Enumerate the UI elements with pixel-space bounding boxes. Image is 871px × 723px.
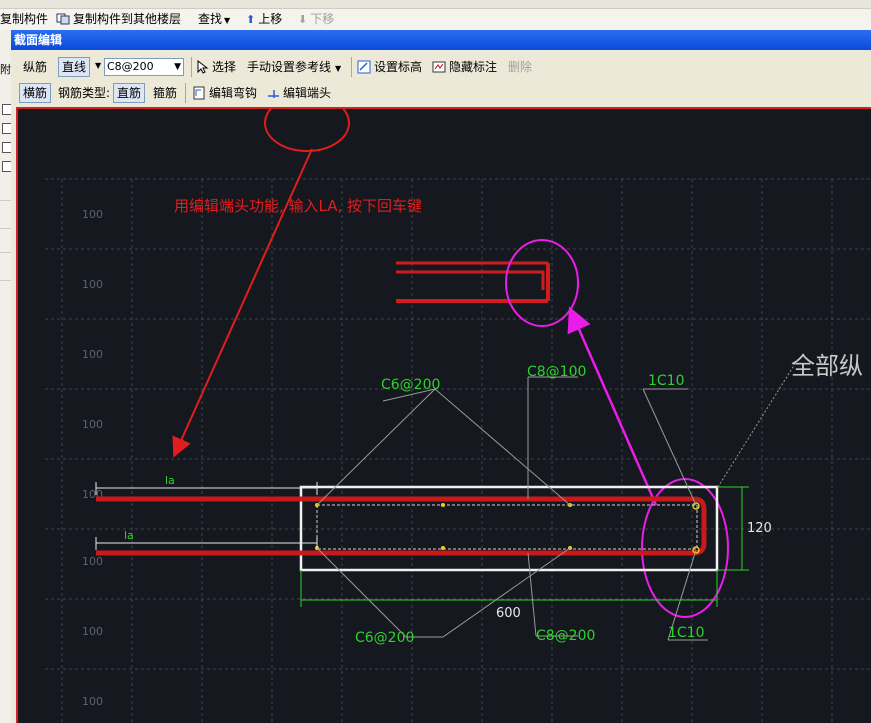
toolbar-row-2: 横筋 钢筋类型: 直筋 箍筋 编辑弯钩 编辑端头 xyxy=(11,81,871,107)
move-up-label: 上移 xyxy=(258,12,283,26)
drawing-canvas[interactable]: 100 100 100 100 100 100 100 100 用编辑端头功能,… xyxy=(16,107,871,723)
rebar-point xyxy=(441,503,445,507)
grid xyxy=(45,178,871,723)
toolbar-strip xyxy=(0,0,871,9)
move-up-button[interactable]: ⬆ 上移 xyxy=(246,10,282,28)
rebar-spec-combo[interactable]: C8@200 ▼ xyxy=(104,58,184,76)
highlight-ellipse-edit-end xyxy=(264,109,350,152)
line-mode-button[interactable]: 直线 xyxy=(58,57,91,77)
width-dimension-text: 600 xyxy=(496,606,521,621)
set-elevation-button[interactable]: 设置标高 xyxy=(357,57,422,77)
hide-annotation-label: 隐藏标注 xyxy=(449,60,498,74)
transverse-button[interactable]: 横筋 xyxy=(19,83,52,103)
rebar-label-1c10-bottom: 1C10 xyxy=(668,625,705,641)
straight-bar-button[interactable]: 直筋 xyxy=(113,83,146,103)
rebar-label-1c10-top: 1C10 xyxy=(648,373,685,389)
end-point-icon xyxy=(268,90,279,98)
copy-to-floor-button[interactable]: 复制构件到其他楼层 xyxy=(56,10,181,28)
select-label: 选择 xyxy=(212,60,237,74)
move-down-button[interactable]: ⬇ 下移 xyxy=(298,10,334,28)
arrow-down-icon: ⬇ xyxy=(298,13,308,26)
grid-label: 100 xyxy=(82,418,103,431)
set-elevation-label: 设置标高 xyxy=(374,60,423,74)
height-dimension-text: 120 xyxy=(747,521,772,536)
separator xyxy=(351,57,352,77)
top-toolbar: 复制构件 复制构件到其他楼层 查找 ▼ ⬆ 上移 ⬇ 下移 xyxy=(0,0,871,31)
grid-label: 100 xyxy=(82,208,103,221)
annotation-arrow-red xyxy=(172,148,313,458)
rebar-label-c6-bottom: C6@200 xyxy=(355,630,414,646)
grid-label: 100 xyxy=(82,695,103,708)
arrow-up-icon: ⬆ xyxy=(246,13,256,26)
grid-label: 100 xyxy=(82,625,103,638)
copy-floor-icon xyxy=(56,13,70,25)
longitudinal-button[interactable]: 纵筋 xyxy=(23,57,47,77)
manual-ref-label: 手动设置参考线 xyxy=(247,60,332,74)
rebar-label-c8-bottom: C8@200 xyxy=(536,628,595,644)
grid-label: 100 xyxy=(82,278,103,291)
width-dimension xyxy=(300,570,718,607)
left-strip-label: 附 xyxy=(0,63,11,76)
elevation-icon xyxy=(357,60,371,74)
grid-label: 100 xyxy=(82,348,103,361)
chevron-down-icon: ▼ xyxy=(224,16,231,25)
copy-component-button[interactable]: 复制构件 xyxy=(0,10,48,28)
grid-labels: 100 100 100 100 100 100 100 100 xyxy=(82,208,103,708)
separator xyxy=(191,57,192,77)
rebar-label-c8-top: C8@100 xyxy=(527,364,586,380)
dialog-title: 截面编辑 xyxy=(11,30,871,50)
drawing-svg: 100 100 100 100 100 100 100 100 用编辑端头功能,… xyxy=(45,109,871,723)
edit-hook-button[interactable]: 编辑弯钩 xyxy=(192,83,257,103)
chevron-down-icon: ▼ xyxy=(335,64,342,73)
partial-label-text: 全部纵 xyxy=(791,352,863,380)
toolbar-row-1: 纵筋 直线 ▼ C8@200 ▼ 选择 手动设置参考线 ▼ 设置标高 隐藏标注 删… xyxy=(11,55,871,81)
la-label-bottom: la xyxy=(124,529,134,542)
annotation-arrow-magenta xyxy=(567,306,658,506)
move-down-label: 下移 xyxy=(310,12,335,26)
grid-label: 100 xyxy=(82,555,103,568)
rebar-label-c6-top: C6@200 xyxy=(381,377,440,393)
hide-annotation-icon xyxy=(432,61,446,73)
section-edit-dialog: 截面编辑 纵筋 直线 ▼ C8@200 ▼ 选择 手动设置参考线 ▼ 设置标高 隐… xyxy=(11,30,871,723)
cursor-icon xyxy=(197,59,209,74)
edit-hook-label: 编辑弯钩 xyxy=(209,86,258,100)
rebar-spec-value: C8@200 xyxy=(107,60,154,73)
edit-end-label: 编辑端头 xyxy=(283,86,332,100)
copy-component-label: 复制构件 xyxy=(0,12,49,26)
rebar-point xyxy=(441,546,445,550)
find-label: 查找 xyxy=(198,12,223,26)
copy-to-floor-label: 复制构件到其他楼层 xyxy=(73,12,182,26)
manual-ref-line-dropdown[interactable]: 手动设置参考线 ▼ xyxy=(247,57,341,77)
hide-annotation-button[interactable]: 隐藏标注 xyxy=(432,57,497,77)
select-button[interactable]: 选择 xyxy=(197,57,236,77)
separator xyxy=(185,83,186,103)
edit-end-button[interactable]: 编辑端头 xyxy=(267,83,331,103)
end-hook-preview xyxy=(396,261,550,303)
instruction-text: 用编辑端头功能, 输入LA, 按下回车键 xyxy=(174,197,422,215)
chevron-down-icon: ▼ xyxy=(174,62,181,72)
find-dropdown[interactable]: 查找 ▼ xyxy=(198,10,230,28)
hook-icon xyxy=(193,86,205,100)
main-rebar[interactable] xyxy=(96,496,707,556)
chevron-down-icon[interactable]: ▼ xyxy=(95,61,101,70)
height-dimension xyxy=(717,486,749,571)
la-label-top: la xyxy=(165,474,175,487)
delete-button[interactable]: 删除 xyxy=(508,57,532,77)
stirrup-outline xyxy=(316,504,698,550)
rebar-type-label: 钢筋类型: xyxy=(58,86,111,100)
stirrup-button[interactable]: 箍筋 xyxy=(153,83,177,103)
